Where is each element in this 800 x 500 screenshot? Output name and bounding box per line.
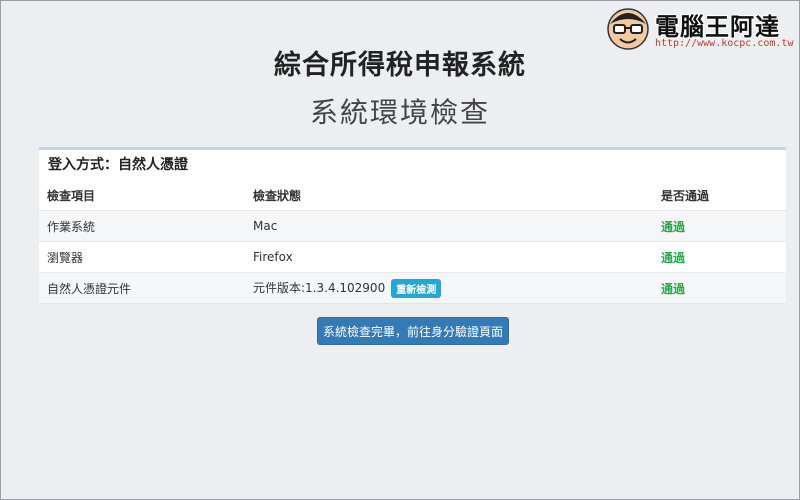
row-item: 自然人憑證元件 [39,272,245,303]
proceed-to-identity-verification-button[interactable]: 系統檢查完畢，前往身分驗證頁面 [317,317,509,345]
row-result: 通過 [653,241,786,273]
logo-name: 電腦王阿達 [655,13,780,41]
row-item: 作業系統 [39,210,245,242]
row-status: 元件版本:1.3.4.102900 [253,280,386,295]
check-table: 檢查項目 檢查狀態 是否通過 作業系統 Mac 通過 瀏覽器 Firefox 通… [39,180,786,303]
row-item: 瀏覽器 [39,241,245,273]
recheck-button[interactable]: 重新檢測 [391,278,442,298]
table-row: 自然人憑證元件 元件版本:1.3.4.102900 重新檢測 通過 [39,272,786,303]
row-status: Firefox [245,241,653,273]
table-row: 作業系統 Mac 通過 [39,210,786,242]
table-header-row: 檢查項目 檢查狀態 是否通過 [39,180,786,211]
panel-heading: 登入方式：自然人憑證 [48,157,188,173]
row-result: 通過 [653,210,786,242]
column-header-result: 是否通過 [661,188,710,203]
environment-check-panel: 登入方式：自然人憑證 檢查項目 檢查狀態 是否通過 作業系統 Mac 通過 瀏覽… [39,147,786,303]
table-row: 瀏覽器 Firefox 通過 [39,241,786,273]
column-header-item: 檢查項目 [47,188,96,203]
row-result: 通過 [653,272,786,303]
row-status: Mac [245,210,653,242]
page-subtitle: 系統環境檢查 [309,96,490,129]
page-title: 綜合所得稅申報系統 [274,50,526,81]
row-status-cell: 元件版本:1.3.4.102900 重新檢測 [245,272,653,303]
column-header-status: 檢查狀態 [253,188,302,203]
